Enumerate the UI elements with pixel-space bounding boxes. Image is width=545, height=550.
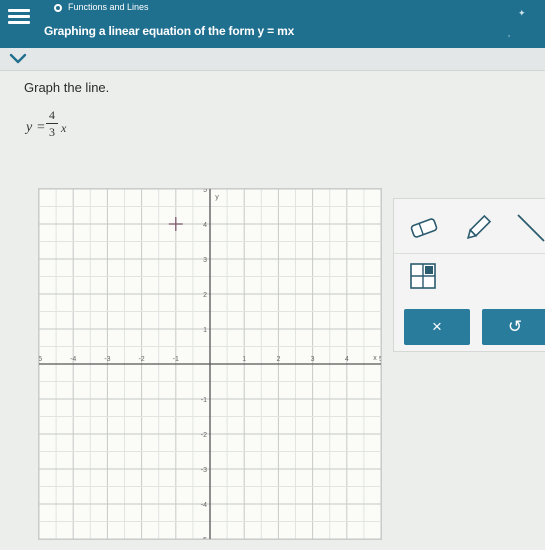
y-tick-label: -1 xyxy=(201,397,207,404)
help-marker-icon: ʼ xyxy=(508,34,510,44)
equation-equals: = xyxy=(37,120,45,135)
topic-status-icon xyxy=(54,4,62,12)
pencil-icon[interactable] xyxy=(460,213,496,243)
y-tick-label: -5 xyxy=(201,537,207,539)
slope-fraction: 4 3 xyxy=(46,108,58,140)
graph-tool-panel: × ↺ xyxy=(393,198,545,352)
header-bar: Functions and Lines Graphing a linear eq… xyxy=(0,0,545,48)
x-tick-label: -4 xyxy=(70,356,76,363)
progress-marker-icon: ✦ xyxy=(518,8,526,18)
line-tool-icon[interactable] xyxy=(512,211,545,243)
y-tick-label: 2 xyxy=(203,292,207,299)
y-tick-label: 1 xyxy=(203,327,207,334)
grid-icon[interactable] xyxy=(408,261,438,291)
x-tick-label: -2 xyxy=(138,356,144,363)
y-tick-label: -3 xyxy=(201,467,207,474)
breadcrumb[interactable]: Functions and Lines xyxy=(68,2,149,12)
x-tick-label: -1 xyxy=(173,356,179,363)
x-tick-label: 4 xyxy=(345,356,349,363)
x-tick-label: 5 xyxy=(379,356,381,363)
x-tick-label: 2 xyxy=(276,356,280,363)
x-axis-label: x xyxy=(373,355,377,362)
equation-variable: x xyxy=(61,121,67,135)
x-tick-label: -5 xyxy=(39,356,42,363)
y-tick-label: -2 xyxy=(201,432,207,439)
undo-button[interactable]: ↺ xyxy=(482,309,545,345)
y-tick-label: 5 xyxy=(203,189,207,194)
tool-divider xyxy=(394,253,545,254)
y-tick-label: 3 xyxy=(203,257,207,264)
coordinate-grid[interactable]: -5 -4 -3 -2 -1 1 2 3 4 5 1 2 3 4 5 -1 -2 -3 -4 -5 x y xyxy=(39,189,381,539)
question-prompt: Graph the line. xyxy=(24,80,110,95)
y-tick-label: 4 xyxy=(203,222,207,229)
collapse-bar xyxy=(0,48,545,71)
x-tick-label: 1 xyxy=(242,356,246,363)
clear-button[interactable]: × xyxy=(404,309,470,345)
slope-denominator: 3 xyxy=(49,125,55,139)
graph-canvas[interactable]: -5 -4 -3 -2 -1 1 2 3 4 5 1 2 3 4 5 -1 -2 -3 -4 -5 x y xyxy=(38,188,382,540)
hamburger-menu-icon[interactable] xyxy=(6,6,32,28)
y-axis-label: y xyxy=(215,194,219,201)
page-title: Graphing a linear equation of the form y… xyxy=(44,24,295,38)
x-tick-label: 3 xyxy=(311,356,315,363)
eraser-icon[interactable] xyxy=(406,213,442,243)
chevron-down-icon[interactable] xyxy=(8,52,28,66)
equation-lhs: y xyxy=(26,120,33,135)
x-tick-label: -3 xyxy=(104,356,110,363)
y-tick-label: -4 xyxy=(201,502,207,509)
slope-numerator: 4 xyxy=(49,108,55,122)
